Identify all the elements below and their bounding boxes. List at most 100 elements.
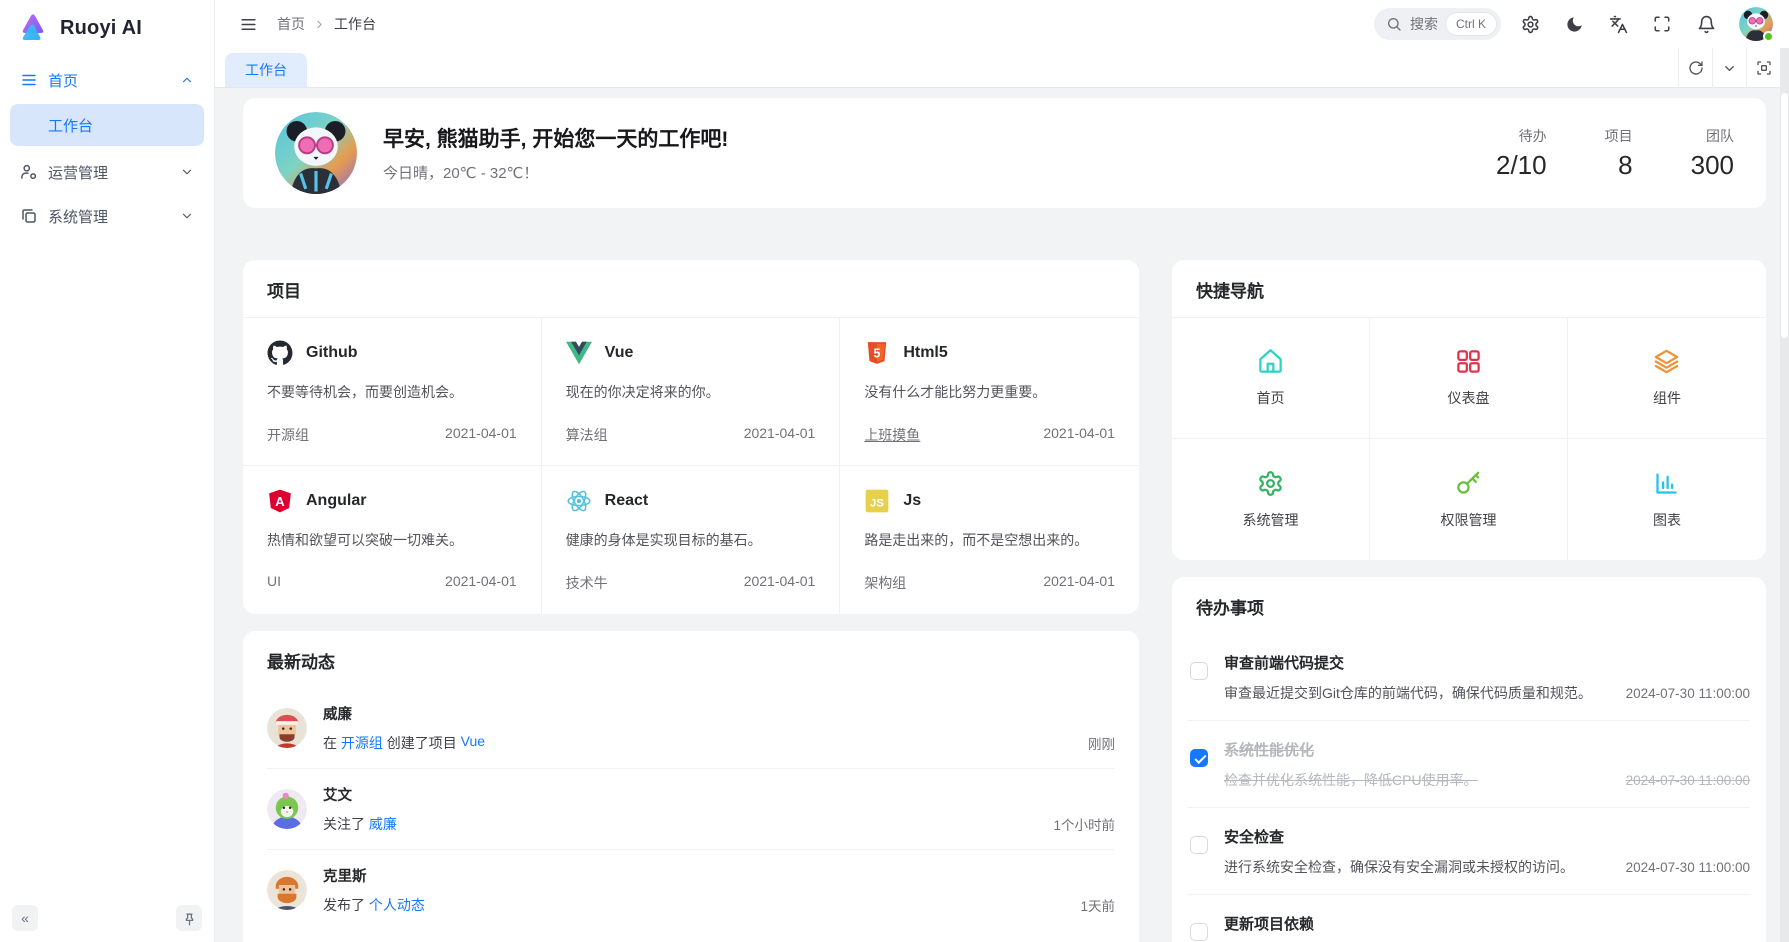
project-desc: 现在的你决定将来的你。 <box>566 382 816 402</box>
pin-icon[interactable] <box>176 905 202 931</box>
project-card-html5[interactable]: 5 Html5 没有什么才能比努力更重要。 上班摸鱼 2021-04-01 <box>840 318 1139 466</box>
online-status-dot <box>1763 31 1774 42</box>
quick-nav-permissions[interactable]: 权限管理 <box>1370 439 1568 560</box>
stat-label: 团队 <box>1691 126 1734 146</box>
refresh-icon[interactable] <box>1678 48 1712 88</box>
chevron-up-icon <box>180 73 194 87</box>
project-desc: 不要等待机会，而要创造机会。 <box>267 382 517 402</box>
key-icon <box>1455 470 1482 497</box>
sidebar-item-label: 运营管理 <box>48 162 108 183</box>
page-scrollbar[interactable] <box>1780 48 1789 942</box>
todo-item: 系统性能优化 检查并优化系统性能，降低CPU使用率。 2024-07-30 11… <box>1188 720 1750 807</box>
project-date: 2021-04-01 <box>445 573 517 589</box>
sidebar-item-home[interactable]: 首页 <box>10 60 204 100</box>
stat-value: 8 <box>1605 150 1633 181</box>
project-card-github[interactable]: Github 不要等待机会，而要创造机会。 开源组 2021-04-01 <box>243 318 542 466</box>
user-avatar[interactable] <box>1739 7 1773 41</box>
bell-icon[interactable] <box>1691 9 1721 39</box>
sidebar-menu: 首页 工作台 运营管理 系统管理 <box>0 56 214 240</box>
sidebar-item-workbench[interactable]: 工作台 <box>10 104 204 146</box>
activity-title: 最新动态 <box>243 631 1139 688</box>
greeting-title: 早安, 熊猫助手, 开始您一天的工作吧! <box>383 123 728 153</box>
greeting-card: 早安, 熊猫助手, 开始您一天的工作吧! 今日晴，20℃ - 32℃！ 待办 2… <box>243 98 1766 208</box>
quick-nav-components[interactable]: 组件 <box>1568 318 1766 439</box>
todo-list: 审查前端代码提交 审查最近提交到Git仓库的前端代码，确保代码质量和规范。 20… <box>1172 634 1766 942</box>
hamburger-icon[interactable] <box>233 9 263 39</box>
gear-icon <box>1257 470 1284 497</box>
todo-checkbox[interactable] <box>1190 923 1208 941</box>
sidebar: Ruoyi AI 首页 工作台 运营管理 <box>0 0 215 942</box>
activity-user-name: 艾文 <box>323 784 1115 805</box>
todo-checkbox[interactable] <box>1190 662 1208 680</box>
activity-link[interactable]: 开源组 <box>341 733 383 753</box>
stat-todo: 待办 2/10 <box>1496 126 1547 181</box>
sidebar-collapse-button[interactable]: « <box>12 905 38 931</box>
project-card-react[interactable]: React 健康的身体是实现目标的基石。 技术牛 2021-04-01 <box>542 466 841 614</box>
gear-icon[interactable] <box>1515 9 1545 39</box>
todo-item: 安全检查 进行系统安全检查，确保没有安全漏洞或未授权的访问。 2024-07-3… <box>1188 807 1750 894</box>
activity-link[interactable]: Vue <box>461 733 485 753</box>
sidebar-item-system[interactable]: 系统管理 <box>10 196 204 236</box>
windows-icon <box>20 207 38 225</box>
todo-card: 待办事项 审查前端代码提交 审查最近提交到Git仓库的前端代码，确保代码质量和规… <box>1172 577 1766 942</box>
quick-nav-card: 快捷导航 首页 <box>1172 260 1766 560</box>
project-date: 2021-04-01 <box>445 425 517 445</box>
quick-nav-home[interactable]: 首页 <box>1172 318 1370 439</box>
moon-icon[interactable] <box>1559 9 1589 39</box>
fullscreen-icon[interactable] <box>1647 9 1677 39</box>
svg-text:A: A <box>275 494 285 509</box>
app-logo[interactable]: Ruoyi AI <box>0 0 214 56</box>
projects-card: 项目 Github 不要等待机会，而要创造机会。 <box>243 260 1139 614</box>
sidebar-item-label: 系统管理 <box>48 206 108 227</box>
project-name: Vue <box>605 344 634 362</box>
todo-item-title: 更新项目依赖 <box>1224 913 1750 934</box>
project-card-js[interactable]: JS Js 路是走出来的，而不是空想出来的。 架构组 2021-04-01 <box>840 466 1139 614</box>
tab-workbench[interactable]: 工作台 <box>225 53 307 87</box>
sidebar-item-operations[interactable]: 运营管理 <box>10 152 204 192</box>
project-name: Github <box>306 344 358 362</box>
project-name: Html5 <box>903 344 947 362</box>
project-name: Js <box>903 492 921 510</box>
chevron-right-icon <box>313 18 326 31</box>
project-name: Angular <box>306 492 366 510</box>
chart-icon <box>1653 470 1680 497</box>
todo-checkbox[interactable] <box>1190 836 1208 854</box>
project-group[interactable]: 上班摸鱼 <box>864 425 920 445</box>
quick-nav-charts[interactable]: 图表 <box>1568 439 1766 560</box>
menu-lines-icon <box>20 71 38 89</box>
breadcrumb-root[interactable]: 首页 <box>277 14 305 34</box>
language-icon[interactable] <box>1603 9 1633 39</box>
activity-item: 威廉 在 开源组 创建了项目 Vue 刚刚 <box>267 688 1115 768</box>
activity-text: 在 <box>323 733 341 753</box>
todo-item: 更新项目依赖 <box>1188 894 1750 942</box>
todo-item: 审查前端代码提交 审查最近提交到Git仓库的前端代码，确保代码质量和规范。 20… <box>1188 634 1750 720</box>
todo-checkbox-checked[interactable] <box>1190 749 1208 767</box>
quick-nav-label: 权限管理 <box>1440 510 1496 530</box>
project-card-vue[interactable]: Vue 现在的你决定将来的你。 算法组 2021-04-01 <box>542 318 841 466</box>
app-window: Ruoyi AI 首页 工作台 运营管理 <box>0 0 1789 942</box>
activity-list: 威廉 在 开源组 创建了项目 Vue 刚刚 <box>243 688 1139 930</box>
scrollbar-thumb[interactable] <box>1781 93 1788 338</box>
quick-nav-label: 首页 <box>1256 388 1284 408</box>
maximize-content-icon[interactable] <box>1746 48 1780 88</box>
sidebar-item-label: 工作台 <box>48 115 93 136</box>
header-actions: 搜索 Ctrl K <box>1374 7 1773 41</box>
project-name: React <box>605 492 649 510</box>
greeting-subtitle: 今日晴，20℃ - 32℃！ <box>383 162 728 183</box>
activity-item: 克里斯 发布了 个人动态 1天前 <box>267 849 1115 930</box>
quick-nav-dashboard[interactable]: 仪表盘 <box>1370 318 1568 439</box>
stat-label: 项目 <box>1605 126 1633 146</box>
project-card-angular[interactable]: A Angular 热情和欲望可以突破一切难关。 UI 2021-04-01 <box>243 466 542 614</box>
quick-nav-system[interactable]: 系统管理 <box>1172 439 1370 560</box>
html5-icon: 5 <box>864 340 890 366</box>
stat-value: 300 <box>1691 150 1734 181</box>
todo-item-date: 2024-07-30 11:00:00 <box>1626 686 1750 701</box>
project-date: 2021-04-01 <box>1043 573 1115 593</box>
stat-value: 2/10 <box>1496 150 1547 181</box>
chevron-down-icon[interactable] <box>1712 48 1746 88</box>
activity-link[interactable]: 个人动态 <box>369 895 425 915</box>
search-input[interactable]: 搜索 Ctrl K <box>1374 8 1501 40</box>
activity-link[interactable]: 威廉 <box>369 814 397 834</box>
todo-title: 待办事项 <box>1172 577 1766 634</box>
todo-item-desc: 进行系统安全检查，确保没有安全漏洞或未授权的访问。 <box>1224 857 1612 877</box>
